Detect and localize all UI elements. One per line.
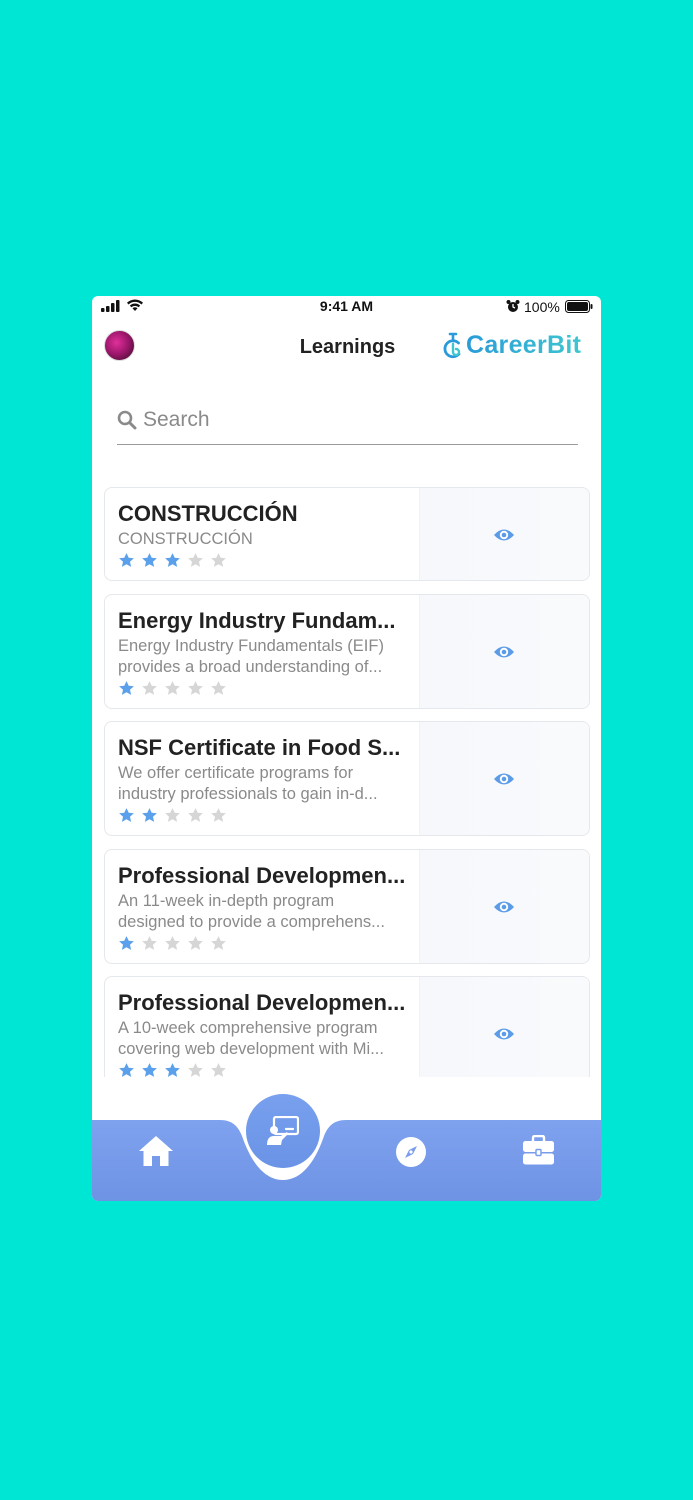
home-icon[interactable]: [138, 1134, 174, 1168]
course-card[interactable]: Energy Industry Fundam... Energy Industr…: [104, 594, 590, 709]
star-filled-icon: [119, 1063, 134, 1077]
rating-stars: [118, 680, 227, 697]
view-eye-icon[interactable]: [493, 644, 515, 660]
star-empty-icon: [142, 681, 157, 695]
search-input[interactable]: [143, 408, 543, 432]
star-filled-icon: [142, 1063, 157, 1077]
star-filled-icon: [165, 1063, 180, 1077]
course-title: Energy Industry Fundam...: [118, 608, 396, 633]
rating-stars: [118, 1062, 227, 1077]
course-title: Professional Developmen...: [118, 863, 406, 888]
view-eye-icon[interactable]: [493, 527, 515, 543]
star-filled-icon: [119, 808, 134, 822]
star-filled-icon: [142, 553, 157, 567]
star-filled-icon: [165, 553, 180, 567]
star-empty-icon: [211, 808, 226, 822]
view-eye-icon[interactable]: [493, 1026, 515, 1042]
learning-tab-button[interactable]: [246, 1094, 320, 1168]
course-description: We offer certificate programs for indust…: [118, 763, 410, 805]
course-description-line: covering web development with Mi...: [118, 1040, 384, 1058]
star-empty-icon: [188, 808, 203, 822]
course-title: CONSTRUCCIÓN: [118, 501, 298, 526]
star-empty-icon: [165, 936, 180, 950]
battery-icon: [565, 300, 593, 313]
learning-icon: [267, 1116, 299, 1145]
search-bar[interactable]: [117, 396, 578, 445]
battery-percent: 100%: [524, 299, 560, 315]
course-description-line: We offer certificate programs for: [118, 764, 354, 782]
course-description-line: industry professionals to gain in-d...: [118, 785, 378, 803]
star-empty-icon: [211, 1063, 226, 1077]
star-empty-icon: [142, 936, 157, 950]
status-bar: 9:41 AM 100%: [92, 296, 601, 318]
rating-stars: [118, 935, 227, 952]
course-description: A 10-week comprehensive program covering…: [118, 1018, 410, 1060]
brand-name: CareerBit: [466, 330, 582, 359]
course-description: CONSTRUCCIÓN: [118, 529, 410, 550]
star-filled-icon: [119, 681, 134, 695]
course-card[interactable]: CONSTRUCCIÓN CONSTRUCCIÓN: [104, 487, 590, 581]
course-description-line: A 10-week comprehensive program: [118, 1019, 378, 1037]
star-filled-icon: [142, 808, 157, 822]
rating-stars: [118, 552, 227, 569]
course-card[interactable]: Professional Developmen... An 11-week in…: [104, 849, 590, 964]
rating-stars: [118, 807, 227, 824]
course-description: An 11-week in-depth program designed to …: [118, 891, 410, 933]
course-description-line: CONSTRUCCIÓN: [118, 530, 253, 548]
briefcase-icon[interactable]: [522, 1135, 555, 1165]
course-description-line: Energy Industry Fundamentals (EIF): [118, 637, 384, 655]
course-description-line: provides a broad understanding of...: [118, 658, 383, 676]
course-description-line: An 11-week in-depth program: [118, 892, 335, 910]
star-filled-icon: [119, 936, 134, 950]
phone-screen: 9:41 AM 100% Learnings CareerBit Search …: [92, 296, 601, 1201]
alarm-icon: [506, 300, 520, 312]
careerbit-logo-icon: [443, 332, 461, 359]
brand-logo: CareerBit: [442, 330, 581, 360]
star-empty-icon: [188, 681, 203, 695]
course-list[interactable]: CONSTRUCCIÓN CONSTRUCCIÓN Energy Industr…: [104, 487, 590, 1077]
view-eye-icon[interactable]: [493, 899, 515, 915]
course-description: Energy Industry Fundamentals (EIF) provi…: [118, 636, 410, 678]
star-empty-icon: [165, 808, 180, 822]
star-empty-icon: [188, 936, 203, 950]
course-title: NSF Certificate in Food S...: [118, 735, 401, 760]
course-card[interactable]: NSF Certificate in Food S... We offer ce…: [104, 721, 590, 836]
star-empty-icon: [211, 553, 226, 567]
course-card[interactable]: Professional Developmen... A 10-week com…: [104, 976, 590, 1077]
star-filled-icon: [119, 553, 134, 567]
star-empty-icon: [211, 681, 226, 695]
star-empty-icon: [188, 553, 203, 567]
course-title: Professional Developmen...: [118, 990, 406, 1015]
star-empty-icon: [165, 681, 180, 695]
star-empty-icon: [188, 1063, 203, 1077]
view-eye-icon[interactable]: [493, 771, 515, 787]
search-icon: [117, 410, 137, 430]
compass-icon[interactable]: [395, 1136, 427, 1168]
star-empty-icon: [211, 936, 226, 950]
page-title-text: Learnings: [299, 336, 396, 358]
bottom-tab-bar: [92, 1120, 601, 1201]
course-description-line: designed to provide a comprehens...: [118, 913, 385, 931]
